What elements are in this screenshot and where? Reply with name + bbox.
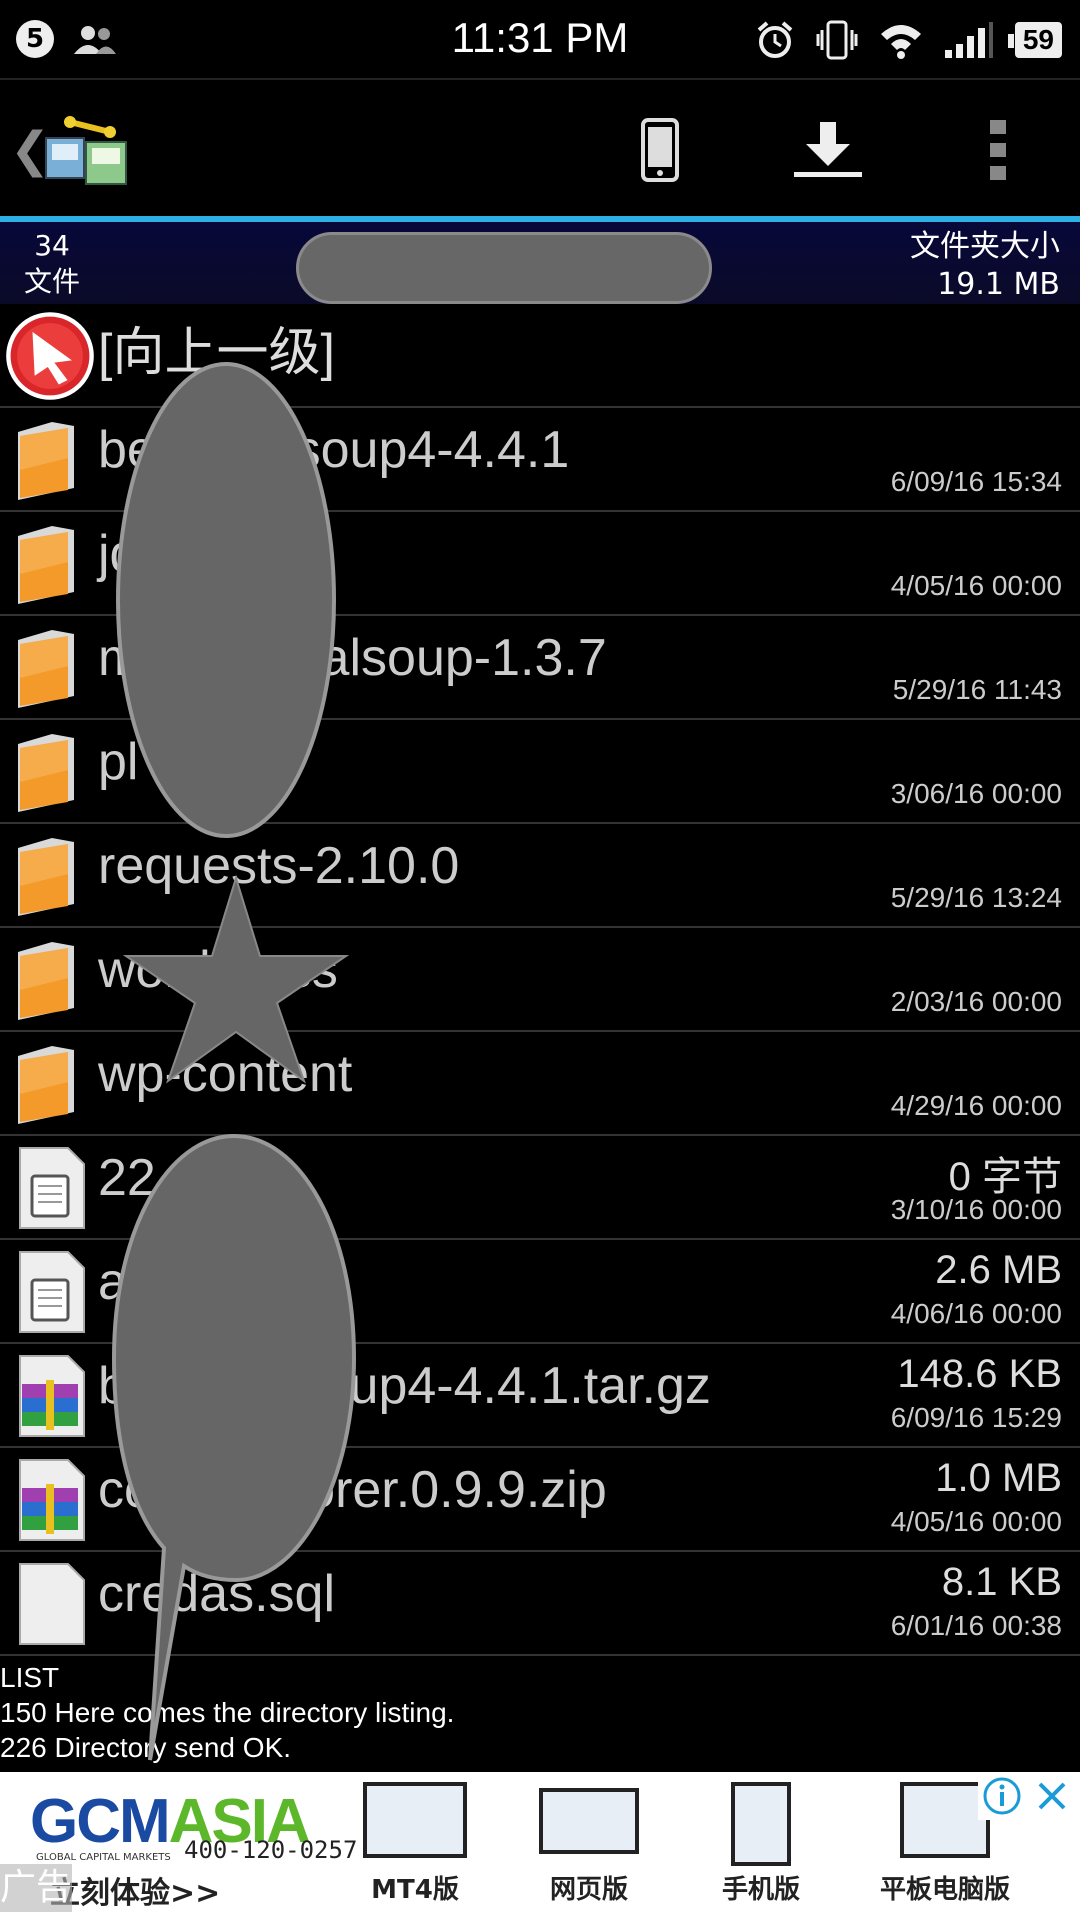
file-row[interactable]: credas.sql 8.1 KB 6/01/16 00:38 <box>0 1552 1080 1656</box>
laptop-icon <box>539 1788 639 1854</box>
item-name: credas.sql <box>98 1565 335 1623</box>
item-date: 6/09/16 15:29 <box>890 1402 1062 1433</box>
up-arrow-icon <box>6 312 94 400</box>
item-date: 4/06/16 00:00 <box>890 1298 1062 1329</box>
item-date: 4/05/16 00:00 <box>890 1506 1062 1537</box>
ftp-console-log: LIST 150 Here comes the directory listing… <box>0 1660 1080 1765</box>
item-name: beautifulsoup4-4.4.1.tar.gz <box>98 1357 711 1415</box>
file-count-label: 文件 <box>24 265 81 298</box>
folder-size-value: 19.1 MB <box>937 267 1060 302</box>
item-date: 3/10/16 00:00 <box>890 1194 1062 1225</box>
item-date: 4/05/16 00:00 <box>890 570 1062 601</box>
item-date: 5/29/16 11:43 <box>892 674 1062 705</box>
ad-phone: 400-120-0257 <box>184 1836 358 1864</box>
file-count-value: 34 <box>34 229 70 262</box>
path-field[interactable] <box>296 232 712 304</box>
item-name: wordpress <box>98 941 338 999</box>
ad-info-icon[interactable] <box>978 1772 1026 1820</box>
item-name: 22 <box>98 1149 156 1207</box>
file-list: [向上一级] beautifulsoup4-4.4.1 6/09/16 15:34… <box>0 304 1080 1656</box>
item-size: 2.6 MB <box>935 1248 1062 1292</box>
folder-row[interactable]: jd 4/05/16 00:00 <box>0 512 1080 616</box>
phone-icon <box>641 118 679 182</box>
item-date: 5/29/16 13:24 <box>890 882 1062 913</box>
phone-button[interactable] <box>620 110 700 190</box>
item-size: 148.6 KB <box>897 1352 1062 1396</box>
folder-icon <box>8 730 92 814</box>
folder-info-bar: 34 文件 文件夹大小 19.1 MB <box>0 222 1080 304</box>
file-row[interactable]: 22 0 字节 3/10/16 00:00 <box>0 1136 1080 1240</box>
console-line: LIST <box>0 1662 60 1693</box>
folder-size-label: 文件夹大小 <box>910 229 1060 264</box>
status-bar: 5 11:31 PM 59 <box>0 0 1080 80</box>
item-date: 4/29/16 00:00 <box>890 1090 1062 1121</box>
item-name: wp-content <box>98 1045 353 1103</box>
ad-banner[interactable]: GCMASIA GLOBAL CAPITAL MARKETS 400-120-0… <box>0 1772 1080 1920</box>
app-logo[interactable] <box>40 108 132 190</box>
parent-directory-row[interactable]: [向上一级] <box>0 304 1080 408</box>
item-date: 2/03/16 00:00 <box>890 986 1062 1017</box>
folder-row[interactable]: wordpress 2/03/16 00:00 <box>0 928 1080 1032</box>
item-name: jd <box>98 525 139 583</box>
archive-icon <box>8 1354 92 1438</box>
item-name: access.log <box>98 1253 344 1311</box>
download-icon <box>794 122 862 177</box>
ad-close-icon[interactable] <box>1028 1772 1076 1820</box>
item-name: pl <box>98 733 139 791</box>
file-count: 34 文件 <box>24 228 80 300</box>
ad-cta: 立刻体验>> <box>50 1876 221 1911</box>
folder-row[interactable]: pl 3/06/16 00:00 <box>0 720 1080 824</box>
signal-icon <box>944 22 993 58</box>
ad-product-mt4: MT4版 <box>350 1782 480 1912</box>
console-line: 226 Directory send OK. <box>0 1732 292 1763</box>
folder-row[interactable]: wp-content 4/29/16 00:00 <box>0 1032 1080 1136</box>
folder-icon <box>8 834 92 918</box>
folder-icon <box>8 418 92 502</box>
file-row[interactable]: codeexplorer.0.9.9.zip 1.0 MB 4/05/16 00:0… <box>0 1448 1080 1552</box>
ad-product-mobile: 手机版 <box>696 1782 826 1912</box>
item-size: 8.1 KB <box>941 1560 1062 1604</box>
battery-indicator: 59 <box>1007 22 1062 58</box>
ad-label: 广告 <box>0 1864 72 1912</box>
smartphone-icon <box>731 1782 791 1866</box>
item-date: 6/09/16 15:34 <box>890 466 1062 497</box>
folder-icon <box>8 938 92 1022</box>
ad-tagline: GLOBAL CAPITAL MARKETS <box>36 1852 171 1863</box>
folder-icon <box>8 522 92 606</box>
item-size: 1.0 MB <box>935 1456 1062 1500</box>
file-row[interactable]: beautifulsoup4-4.4.1.tar.gz 148.6 KB 6/09/… <box>0 1344 1080 1448</box>
folder-row[interactable]: beautifulsoup4-4.4.1 6/09/16 15:34 <box>0 408 1080 512</box>
archive-icon <box>8 1458 92 1542</box>
folder-icon <box>8 1042 92 1126</box>
console-line: 150 Here comes the directory listing. <box>0 1697 455 1728</box>
folder-row[interactable]: mechanicalsoup-1.3.7 5/29/16 11:43 <box>0 616 1080 720</box>
alarm-icon <box>757 21 793 58</box>
folder-size: 文件夹大小 19.1 MB <box>910 228 1060 304</box>
item-name: mechanicalsoup-1.3.7 <box>98 629 607 687</box>
vibrate-icon <box>816 20 858 60</box>
download-button[interactable] <box>788 110 868 190</box>
item-name: beautifulsoup4-4.4.1 <box>98 421 570 479</box>
document-icon <box>8 1250 92 1334</box>
monitor-icon <box>363 1782 467 1858</box>
file-icon <box>8 1562 92 1646</box>
ad-product-web: 网页版 <box>524 1782 654 1912</box>
wifi-icon <box>880 25 921 59</box>
overflow-menu-icon <box>990 120 1006 180</box>
folder-row[interactable]: requests-2.10.0 5/29/16 13:24 <box>0 824 1080 928</box>
item-name: requests-2.10.0 <box>98 837 460 895</box>
overflow-menu-button[interactable] <box>958 110 1038 190</box>
file-row[interactable]: access.log 2.6 MB 4/06/16 00:00 <box>0 1240 1080 1344</box>
item-date: 6/01/16 00:38 <box>890 1610 1062 1641</box>
item-date: 3/06/16 00:00 <box>890 778 1062 809</box>
folder-icon <box>8 626 92 710</box>
parent-directory-label: [向上一级] <box>98 324 335 382</box>
document-icon <box>8 1146 92 1230</box>
item-name: codeexplorer.0.9.9.zip <box>98 1461 607 1519</box>
toolbar: ❮ <box>0 82 1080 216</box>
tablet-icon <box>900 1782 990 1858</box>
